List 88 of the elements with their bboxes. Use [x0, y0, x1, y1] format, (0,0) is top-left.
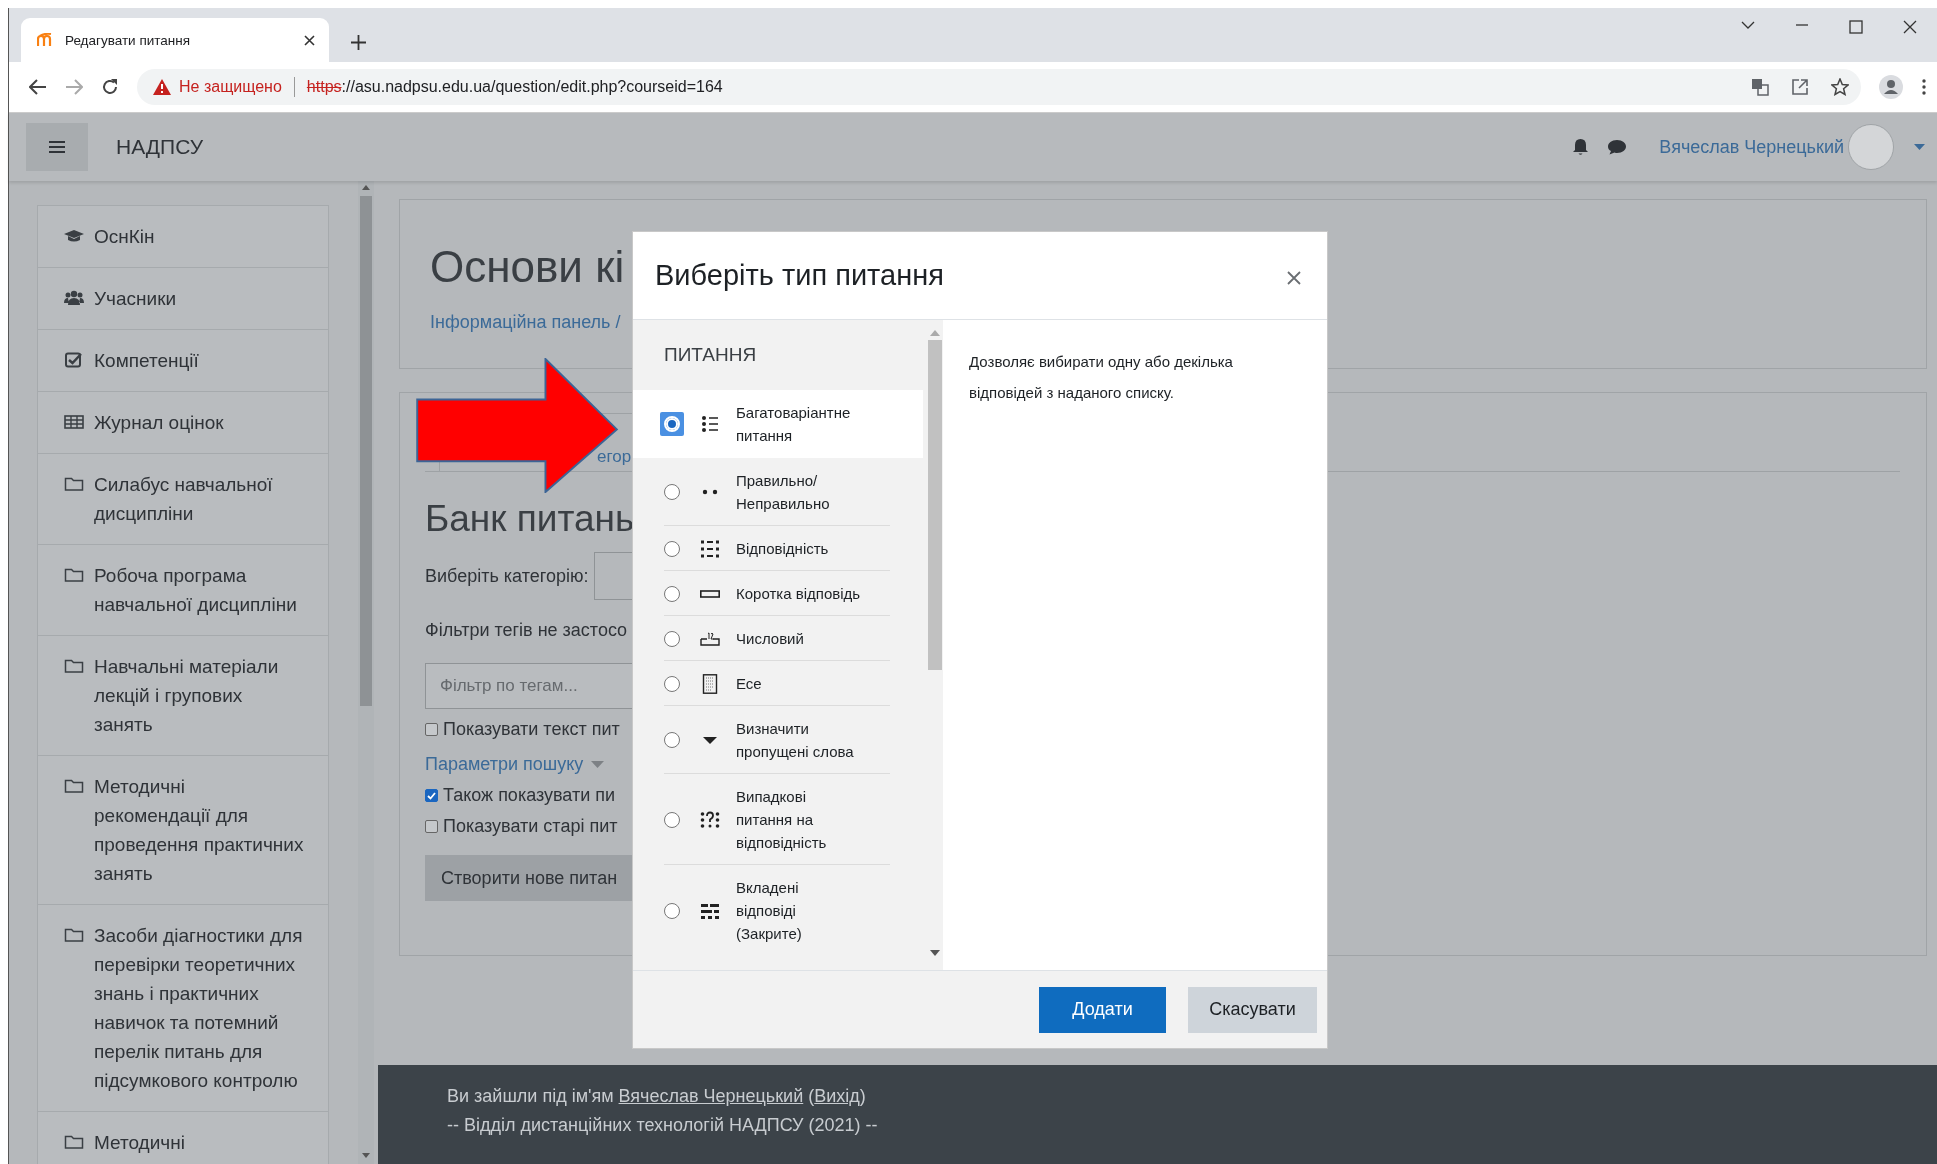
footer-credit: -- Відділ дистанційних технологій НАДПСУ (2021) --: [447, 1114, 879, 1137]
scrollbar[interactable]: [358, 181, 374, 1164]
sidebar-item[interactable]: Навчальні матеріали лекцій і групових занять: [37, 636, 329, 756]
back-arrow-icon[interactable]: [29, 79, 47, 95]
bell-icon[interactable]: [1572, 138, 1590, 156]
question-type-option[interactable]: Визначити пропущені слова: [633, 706, 923, 774]
checkbox-icon: [64, 352, 84, 368]
close-icon: [1287, 270, 1301, 285]
scroll-up-icon[interactable]: [362, 185, 370, 190]
folder-icon: [64, 927, 84, 943]
forward-arrow-icon[interactable]: [65, 79, 83, 95]
caret-icon[interactable]: [1914, 143, 1925, 151]
sidebar-item[interactable]: Журнал оцінок: [37, 392, 329, 454]
filter-note: Фільтри тегів не застосо: [425, 620, 628, 641]
radio-button[interactable]: [664, 675, 680, 692]
chevron-down-icon[interactable]: [1741, 20, 1755, 30]
address-bar[interactable]: Не защищено https://asu.nadpsu.edu.ua/question/edit.php?courseid=164: [137, 69, 1861, 105]
footer-link[interactable]: Вячеслав Чернецький: [618, 1086, 804, 1106]
site-name[interactable]: НАДПСУ: [116, 135, 203, 159]
sidebar-item[interactable]: Учасники: [37, 268, 329, 330]
sidebar-item[interactable]: Силабус навчальної дисципліни: [37, 454, 329, 545]
sidebar-item[interactable]: Методичні: [37, 1112, 329, 1164]
scroll-down-icon[interactable]: [929, 950, 940, 956]
checkbox[interactable]: [425, 723, 438, 736]
radio-button[interactable]: [664, 811, 680, 828]
warning-icon: [153, 79, 171, 95]
sidebar-item[interactable]: Методичні рекомендації для проведення практичних занять: [37, 756, 329, 905]
footer-link[interactable]: Вихід: [814, 1086, 860, 1106]
list-icon: [700, 414, 720, 434]
question-type-option[interactable]: Відповідність: [633, 526, 923, 571]
users-icon: [64, 290, 84, 306]
bank-heading: Банк питань: [425, 498, 635, 540]
share-icon[interactable]: [1791, 78, 1809, 96]
radio-button[interactable]: [664, 585, 680, 602]
type-description: Дозволяє вибирати одну або декілька відповідей з наданого списку.: [969, 352, 1234, 403]
close-icon[interactable]: [1903, 20, 1917, 34]
radio-button[interactable]: [664, 630, 680, 647]
radio-button[interactable]: [664, 732, 680, 748]
folder-icon: [64, 778, 84, 794]
checkbox-label: Показувати текст пит: [443, 719, 620, 740]
browser-tab[interactable]: Редагувати питання: [21, 18, 329, 62]
radio-button[interactable]: [664, 540, 680, 557]
close-icon[interactable]: [304, 34, 315, 46]
question-type-option[interactable]: Числовий: [633, 616, 923, 661]
radio-button[interactable]: [664, 484, 680, 500]
maximize-icon[interactable]: [1849, 20, 1863, 34]
checkbox-label: Також показувати пи: [443, 785, 616, 806]
tab-title: Редагувати питання: [65, 32, 191, 48]
radio-button[interactable]: [664, 902, 680, 919]
star-icon[interactable]: [1831, 78, 1849, 96]
new-tab-icon[interactable]: [351, 35, 366, 50]
sidebar-item[interactable]: ОснКін: [37, 205, 329, 268]
checkbox[interactable]: [425, 789, 438, 802]
menu-button[interactable]: [26, 123, 88, 171]
graduation-cap-icon: [64, 228, 84, 244]
login-info: Ви зайшли під ім'ям Вячеслав Чернецький (Вихід): [447, 1085, 867, 1108]
profile-icon[interactable]: [1879, 75, 1903, 99]
checkbox[interactable]: [425, 820, 438, 833]
course-title: Основи кі: [430, 242, 625, 292]
translate-icon[interactable]: [1751, 78, 1769, 96]
checkbox-label: Показувати старі пит: [443, 816, 618, 837]
menu-icon: [49, 140, 65, 154]
question-dots-icon: [700, 809, 720, 830]
document-icon: [700, 673, 720, 694]
chat-bubble-icon[interactable]: [1607, 139, 1628, 155]
url-text: https://asu.nadpsu.edu.ua/question/edit.php?courseid=164: [306, 78, 724, 96]
kebab-menu-icon[interactable]: [1921, 78, 1927, 96]
section-heading: ПИТАННЯ: [663, 343, 758, 367]
question-type-option[interactable]: Коротка відповідь: [633, 571, 923, 616]
reload-icon[interactable]: [101, 78, 119, 96]
folder-icon: [64, 476, 84, 492]
security-warning: Не защищено: [179, 78, 282, 96]
category-label: Виберіть категорію:: [425, 565, 589, 587]
folder-icon: [64, 1134, 84, 1150]
sidebar-item[interactable]: Робоча програма навчальної дисципліни: [37, 545, 329, 636]
scroll-down-icon[interactable]: [362, 1153, 370, 1158]
folder-icon: [64, 567, 84, 583]
dialog-title: Виберіть тип питання: [655, 259, 944, 292]
question-type-option[interactable]: Багатоваріантне питання: [633, 390, 923, 458]
table-icon: [64, 414, 84, 430]
cancel-button[interactable]: Скасувати: [1188, 986, 1317, 1033]
radio-button[interactable]: [660, 412, 684, 436]
folder-icon: [64, 658, 84, 674]
dot-grid-icon: [700, 538, 720, 559]
question-type-option[interactable]: Правильно/ Неправильно: [633, 458, 923, 526]
sidebar-item[interactable]: Засоби діагностики для перевірки теоретичних знань і практичних навичок та потемний перелік питань для підсумкового контролю: [37, 905, 329, 1112]
sidebar-item[interactable]: Компетенції: [37, 330, 329, 392]
add-button[interactable]: Додати: [1039, 986, 1166, 1033]
